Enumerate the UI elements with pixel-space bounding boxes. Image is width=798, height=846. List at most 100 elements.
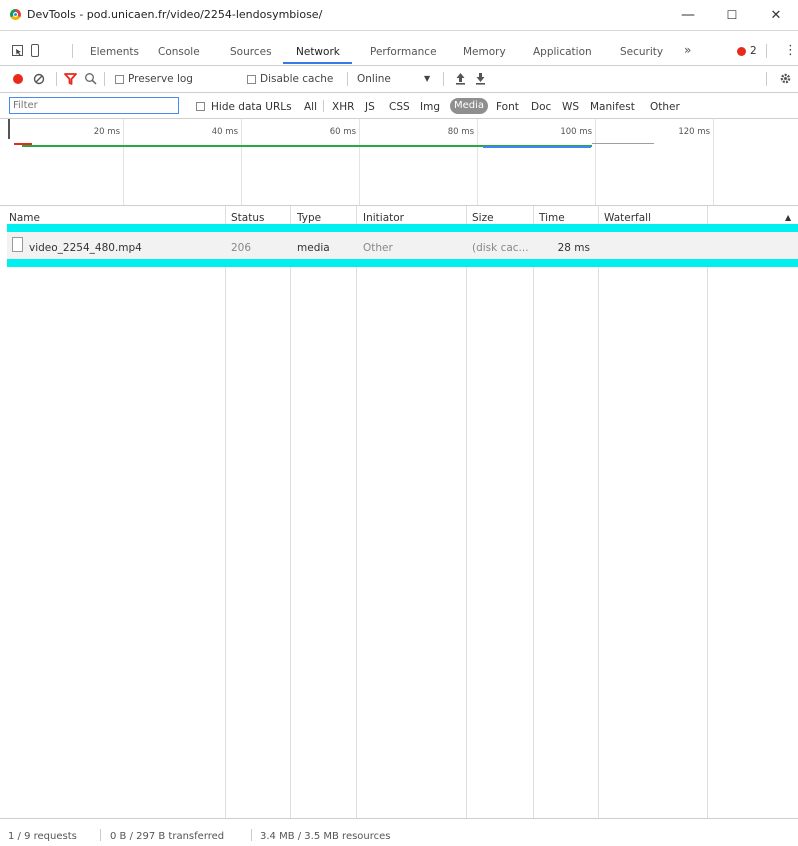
- tab-security[interactable]: Security: [620, 46, 663, 58]
- overview-gridline: [241, 119, 242, 205]
- overview-receive-bar: [483, 146, 591, 148]
- preserve-log-checkbox[interactable]: [115, 75, 124, 84]
- more-options-icon[interactable]: ⋮: [784, 43, 797, 58]
- minimize-button[interactable]: —: [672, 4, 704, 26]
- row-initiator: Other: [363, 242, 393, 254]
- filter-type-img[interactable]: Img: [420, 101, 440, 113]
- column-divider[interactable]: [598, 206, 599, 818]
- tab-application[interactable]: Application: [533, 46, 592, 58]
- maximize-button[interactable]: ☐: [716, 4, 748, 26]
- waterfall-gridline: [707, 206, 708, 818]
- filter-type-media[interactable]: Media: [450, 98, 488, 114]
- column-header-status[interactable]: Status: [231, 212, 264, 224]
- column-header-size[interactable]: Size: [472, 212, 494, 224]
- disable-cache-label[interactable]: Disable cache: [260, 73, 333, 85]
- highlight-band-bottom: [7, 259, 798, 267]
- overview-gridline: [713, 119, 714, 205]
- row-status: 206: [231, 242, 252, 254]
- toolbar-separator: [56, 72, 57, 86]
- status-separator: [100, 829, 101, 841]
- overview-start-bar: [14, 143, 32, 145]
- active-tab-indicator: [283, 62, 352, 64]
- sort-ascending-icon[interactable]: ▲: [785, 213, 791, 222]
- filter-type-js[interactable]: JS: [365, 101, 375, 113]
- settings-gear-icon[interactable]: [779, 72, 792, 85]
- column-header-waterfall[interactable]: Waterfall: [604, 212, 651, 224]
- hide-data-urls-label[interactable]: Hide data URLs: [211, 101, 292, 113]
- filter-type-other[interactable]: Other: [650, 101, 680, 113]
- highlight-band-top: [7, 224, 798, 232]
- tick-label: 20 ms: [93, 127, 120, 137]
- toolbar-separator-4: [443, 72, 444, 86]
- column-divider[interactable]: [225, 206, 226, 818]
- column-divider[interactable]: [466, 206, 467, 818]
- error-icon[interactable]: [737, 47, 746, 56]
- toolbar-separator-5: [766, 72, 767, 86]
- filter-icon[interactable]: [64, 73, 77, 85]
- tab-elements[interactable]: Elements: [90, 46, 139, 58]
- filter-type-all[interactable]: All: [304, 101, 317, 113]
- tab-network[interactable]: Network: [296, 46, 340, 58]
- tick-label: 120 ms: [678, 127, 710, 137]
- device-toolbar-icon[interactable]: [31, 44, 39, 57]
- filter-type-ws[interactable]: WS: [562, 101, 579, 113]
- column-header-name[interactable]: Name: [9, 212, 40, 224]
- status-requests: 1 / 9 requests: [8, 831, 77, 842]
- tick-label: 100 ms: [560, 127, 592, 137]
- disable-cache-checkbox[interactable]: [247, 75, 256, 84]
- record-icon[interactable]: [13, 74, 23, 84]
- tab-performance[interactable]: Performance: [370, 46, 437, 58]
- filter-type-font[interactable]: Font: [496, 101, 519, 113]
- column-header-initiator[interactable]: Initiator: [363, 212, 404, 224]
- overview-gridline: [359, 119, 360, 205]
- chrome-icon: [10, 9, 21, 20]
- row-time: 28 ms: [557, 242, 590, 254]
- overview-gridline: [477, 119, 478, 205]
- error-count[interactable]: 2: [750, 45, 757, 57]
- tabs-separator-right: [766, 44, 767, 58]
- overview-gridline: [123, 119, 124, 205]
- preserve-log-label[interactable]: Preserve log: [128, 73, 193, 85]
- overview-gridline: [595, 119, 596, 205]
- status-resources: 3.4 MB / 3.5 MB resources: [260, 831, 391, 842]
- import-har-icon[interactable]: [455, 72, 466, 85]
- status-separator: [251, 829, 252, 841]
- row-size: (disk cac...: [472, 242, 529, 254]
- export-har-icon[interactable]: [475, 72, 486, 85]
- tick-label: 40 ms: [211, 127, 238, 137]
- more-tabs-button[interactable]: »: [684, 43, 691, 57]
- toolbar-separator-3: [347, 72, 348, 86]
- filter-input[interactable]: [9, 97, 179, 114]
- tab-console[interactable]: Console: [158, 46, 200, 58]
- column-divider[interactable]: [290, 206, 291, 818]
- filter-type-doc[interactable]: Doc: [531, 101, 551, 113]
- tabs-separator: [72, 44, 73, 58]
- column-divider[interactable]: [533, 206, 534, 818]
- clear-icon[interactable]: [33, 73, 45, 85]
- column-header-type[interactable]: Type: [297, 212, 321, 224]
- column-header-time[interactable]: Time: [539, 212, 565, 224]
- filter-type-css[interactable]: CSS: [389, 101, 410, 113]
- throttle-select[interactable]: Online: [357, 73, 391, 85]
- status-transferred: 0 B / 297 B transferred: [110, 831, 225, 842]
- close-button[interactable]: ✕: [760, 4, 792, 26]
- tick-label: 80 ms: [447, 127, 474, 137]
- window-title: DevTools - pod.unicaen.fr/video/2254-len…: [27, 8, 323, 21]
- filter-separator: [323, 100, 324, 112]
- throttle-dropdown-icon[interactable]: ▼: [424, 74, 430, 83]
- overview-idle-bar: [592, 143, 654, 144]
- filter-type-xhr[interactable]: XHR: [332, 101, 354, 113]
- row-name[interactable]: video_2254_480.mp4: [29, 242, 142, 254]
- row-type: media: [297, 242, 330, 254]
- search-icon[interactable]: [84, 72, 97, 85]
- hide-data-urls-checkbox[interactable]: [196, 102, 205, 111]
- tab-memory[interactable]: Memory: [463, 46, 506, 58]
- overview-cursor[interactable]: [8, 119, 10, 139]
- tab-sources[interactable]: Sources: [230, 46, 272, 58]
- inspect-element-icon[interactable]: [12, 45, 23, 56]
- file-icon: [12, 237, 23, 252]
- column-divider[interactable]: [356, 206, 357, 818]
- filter-type-manifest[interactable]: Manifest: [590, 101, 635, 113]
- tick-label: 60 ms: [329, 127, 356, 137]
- toolbar-separator-2: [104, 72, 105, 86]
